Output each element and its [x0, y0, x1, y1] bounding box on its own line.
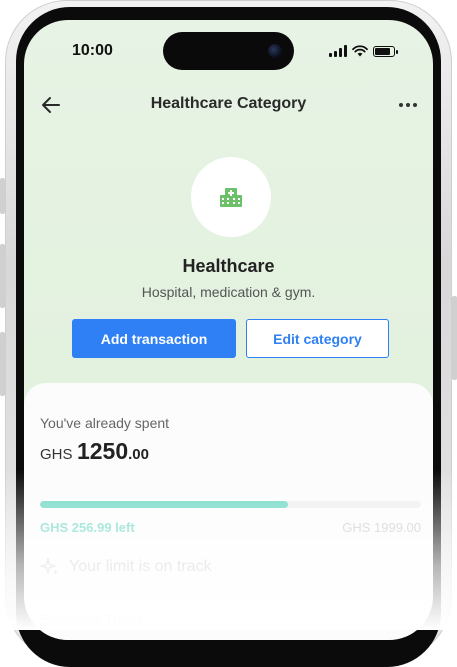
amount-whole: 1250 — [76, 438, 129, 464]
spending-sheet: You've already spent GHS 1250.00 GHS 256… — [24, 383, 433, 640]
app-header: Healthcare Category — [24, 90, 433, 120]
wifi-icon — [352, 45, 368, 57]
more-options-icon[interactable] — [395, 94, 421, 116]
volume-down-button — [0, 332, 5, 396]
volume-up-button — [0, 244, 5, 308]
battery-icon — [373, 45, 398, 57]
dynamic-island — [163, 32, 294, 70]
status-icons — [329, 45, 398, 57]
page-title: Healthcare Category — [150, 95, 307, 112]
budget-limit: GHS 1999.00 — [342, 520, 421, 535]
power-button — [452, 296, 457, 380]
category-description: Hospital, medication & gym. — [141, 284, 316, 300]
budget-progress-bar — [40, 501, 421, 508]
expenses-trend-title: Expenses Trend — [40, 611, 142, 627]
front-camera — [268, 44, 282, 58]
spent-amount: GHS 1250.00 — [40, 438, 149, 465]
category-avatar — [191, 157, 271, 237]
category-name: Healthcare — [182, 256, 275, 276]
status-time: 10:00 — [72, 42, 113, 59]
cellular-signal-icon — [329, 45, 347, 57]
remaining-amount: GHS 256.99 left — [40, 520, 135, 535]
budget-progress-fill — [40, 501, 288, 508]
sparkle-icon — [40, 558, 58, 575]
mute-switch — [0, 178, 5, 214]
status-bar: 10:00 — [24, 20, 433, 76]
spent-label: You've already spent — [40, 415, 170, 431]
limit-status: Your limit is on track — [40, 557, 212, 577]
hospital-icon — [220, 188, 242, 207]
amount-decimal: .00 — [128, 446, 149, 463]
add-transaction-button[interactable]: Add transaction — [72, 319, 236, 358]
app-screen: 10:00 Healthcare Category Healthcare Hos… — [24, 20, 433, 640]
limit-status-text: Your limit is on track — [69, 558, 212, 575]
edit-category-button[interactable]: Edit category — [246, 319, 389, 358]
currency-label: GHS — [40, 446, 73, 463]
